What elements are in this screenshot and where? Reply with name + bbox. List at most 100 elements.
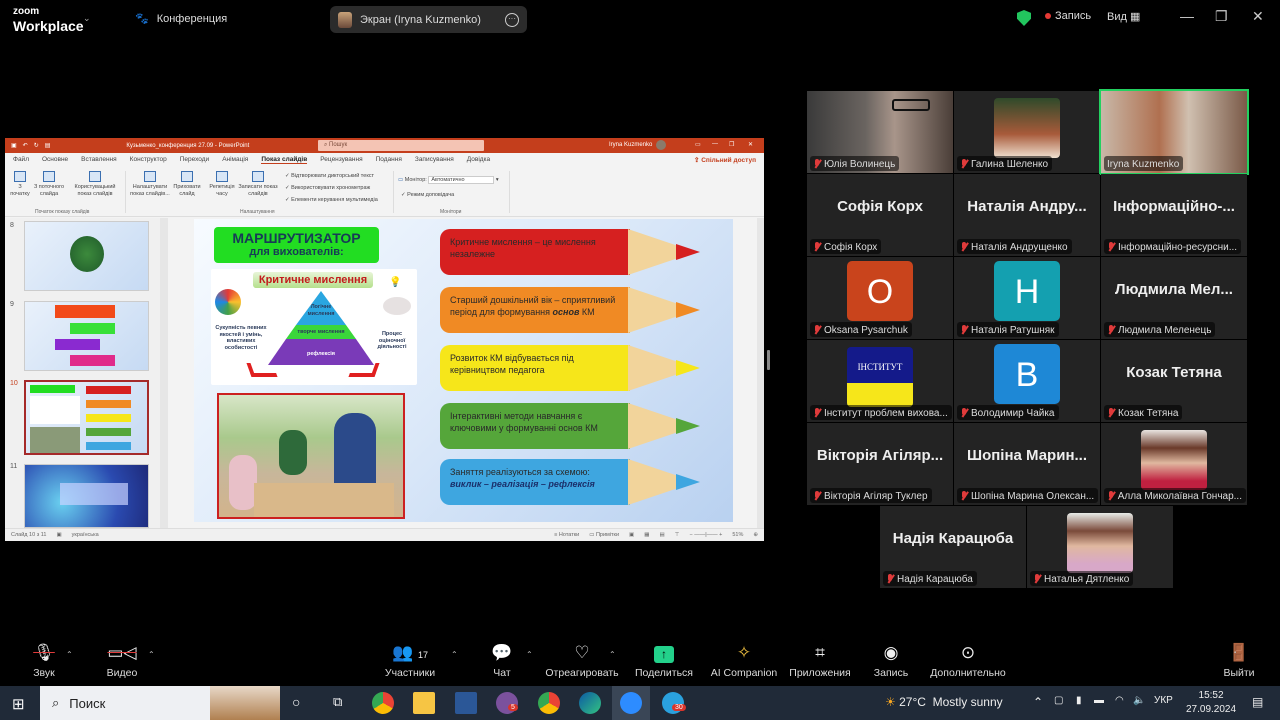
save-icon[interactable]: ▣ <box>11 142 17 149</box>
weather-widget[interactable]: ☀ 27°C Mostly sunny <box>885 695 1003 709</box>
tab-design[interactable]: Конструктор <box>130 156 167 164</box>
participants-button[interactable]: 👥 17 Участники <box>370 642 450 679</box>
leave-button[interactable]: 🚪 Выйти <box>1199 642 1279 679</box>
custom-show-button[interactable]: Користувацький показ слайдів <box>70 171 120 197</box>
from-current-button[interactable]: З поточного слайда <box>33 171 65 197</box>
participant-tile[interactable]: Наталія Андру... Наталія Андрущенко <box>954 174 1100 256</box>
hide-slide-button[interactable]: Приховати слайд <box>172 171 202 197</box>
slide-thumbnail-8[interactable] <box>24 221 149 291</box>
participant-tile[interactable]: Алла Миколаївна Гончар... <box>1101 423 1247 505</box>
tab-help[interactable]: Довідка <box>467 156 490 164</box>
ppt-share-button[interactable]: ⇪ Спільний доступ <box>694 156 756 164</box>
ppt-close-button[interactable]: ✕ <box>748 141 753 148</box>
participant-tile[interactable]: Софія Корх Софія Корх <box>807 174 953 256</box>
language-indicator[interactable]: українська <box>72 532 99 538</box>
participant-tile[interactable]: Інформаційно-... Інформаційно-ресурсни..… <box>1101 174 1247 256</box>
language-indicator[interactable]: УКР <box>1154 695 1173 706</box>
tab-slideshow[interactable]: Показ слайдів <box>261 156 308 164</box>
chevron-down-icon[interactable]: ⌄ <box>83 13 91 24</box>
clock[interactable]: 15:52 27.09.2024 <box>1186 689 1236 717</box>
react-button[interactable]: ♡ Отреагировать <box>542 642 622 679</box>
audio-options-caret[interactable]: ⌃ <box>66 650 73 659</box>
participant-tile[interactable]: В Володимир Чайка <box>954 340 1100 422</box>
volume-icon[interactable]: 🔈 <box>1133 695 1145 706</box>
chat-options-caret[interactable]: ⌃ <box>526 650 533 659</box>
meet-now-icon[interactable]: ▢ <box>1054 695 1063 706</box>
ai-companion-button[interactable]: ✧ AI Companion <box>704 642 784 679</box>
participant-tile[interactable]: Козак Тетяна Козак Тетяна <box>1101 340 1247 422</box>
zoom-taskbar-active[interactable] <box>612 686 650 720</box>
rehearse-timings-button[interactable]: Репетиція часу <box>207 171 237 197</box>
ppt-ribbon-display-icon[interactable]: ▭ <box>695 141 701 148</box>
share-splitter-handle[interactable] <box>767 350 770 370</box>
tab-insert[interactable]: Вставлення <box>81 156 117 164</box>
fit-slide-icon[interactable]: ⊕ <box>753 532 758 538</box>
participant-tile-active-speaker[interactable]: Iryna Kuzmenko <box>1099 89 1249 175</box>
participants-options-caret[interactable]: ⌃ <box>451 650 458 659</box>
wifi-icon[interactable]: ◠ <box>1115 695 1124 706</box>
cortana-icon[interactable]: ○ <box>292 694 300 710</box>
participant-tile[interactable]: ІНСТИТУТ Інститут проблем вихова... <box>807 340 953 422</box>
battery-icon[interactable]: ▬ <box>1094 695 1104 706</box>
tray-overflow-icon[interactable]: ⌃ <box>1033 695 1043 709</box>
taskbar-search[interactable]: ⌕ Поиск <box>40 686 280 720</box>
share-button[interactable]: ↑ Поделиться <box>624 642 704 679</box>
normal-view-icon[interactable]: ▣ <box>629 532 634 538</box>
tab-transitions[interactable]: Переходи <box>180 156 209 164</box>
react-options-caret[interactable]: ⌃ <box>609 650 616 659</box>
notifications-icon[interactable]: ▤ <box>1252 695 1263 709</box>
from-beginning-button[interactable]: З початку <box>8 171 32 197</box>
view-button[interactable]: Вид ▦ <box>1107 10 1140 23</box>
ppt-minimize-button[interactable]: — <box>712 141 718 147</box>
slide-thumbnail-10[interactable] <box>24 380 149 455</box>
chat-button[interactable]: 💬 Чат <box>462 642 542 679</box>
more-options-icon[interactable]: ··· <box>505 12 519 27</box>
ppt-search-box[interactable]: ⌕ Пошук <box>318 140 484 151</box>
video-options-caret[interactable]: ⌃ <box>148 650 155 659</box>
more-button[interactable]: ⊙ Дополнительно <box>928 642 1008 679</box>
edge-icon[interactable] <box>579 692 601 714</box>
zoom-slider[interactable]: − ——|—— + <box>689 532 722 538</box>
participant-tile[interactable]: Шопіна Марин... Шопіна Марина Олексан... <box>954 423 1100 505</box>
reading-view-icon[interactable]: ▤ <box>659 532 664 538</box>
media-controls-checkbox[interactable]: ✓ Елементи керування мультимедіа <box>285 197 378 203</box>
record-show-button[interactable]: Записати показ слайдів <box>237 171 279 197</box>
timings-checkbox[interactable]: ✓ Використовувати хронометраж <box>285 185 370 191</box>
participant-tile[interactable]: Людмила Мел... Людмила Меленець <box>1101 257 1247 339</box>
chrome-profile-icon[interactable] <box>538 692 560 714</box>
redo-icon[interactable]: ↻ <box>34 142 39 149</box>
participant-tile[interactable]: Вікторія Агіляр... Вікторія Агіляр Тукле… <box>807 423 953 505</box>
task-view-icon[interactable]: ⧉ <box>333 694 342 710</box>
restore-button[interactable]: ❐ <box>1215 8 1228 25</box>
recording-indicator[interactable]: Запись <box>1045 10 1091 22</box>
apps-button[interactable]: ⌗ Приложения <box>780 642 860 679</box>
participant-tile[interactable]: Наталья Дятленко <box>1027 506 1173 588</box>
tab-view[interactable]: Подання <box>376 156 402 164</box>
slide-thumbnail-9[interactable] <box>24 301 149 371</box>
participant-tile[interactable]: Юлія Волинець <box>807 91 953 173</box>
tab-recording[interactable]: Записування <box>415 156 454 164</box>
ppt-restore-button[interactable]: ❐ <box>729 141 734 148</box>
monitor-select[interactable]: ▭ Монітор: Автоматично ▾ <box>398 176 499 184</box>
present-icon[interactable]: ▤ <box>45 142 51 149</box>
participant-tile[interactable]: Н Наталія Ратушняк <box>954 257 1100 339</box>
participant-tile[interactable]: O Oksana Pysarchuk <box>807 257 953 339</box>
tab-review[interactable]: Рецензування <box>320 156 362 164</box>
narration-checkbox[interactable]: ✓ Відтворювати дикторський текст <box>285 173 374 179</box>
chrome-icon[interactable] <box>372 692 394 714</box>
tab-animations[interactable]: Анімація <box>222 156 248 164</box>
microphone-tray-icon[interactable]: ▮ <box>1076 695 1082 706</box>
meeting-info-button[interactable]: 🐾 Конференция <box>135 12 227 26</box>
notes-button[interactable]: ≡ Нотатки <box>554 532 579 538</box>
undo-icon[interactable]: ↶ <box>23 142 28 149</box>
presenter-view-checkbox[interactable]: ✓ Режим доповідача <box>401 192 454 198</box>
screen-share-indicator[interactable]: Экран (Iryna Kuzmenko) ··· <box>330 6 527 33</box>
word-icon[interactable] <box>455 692 477 714</box>
close-button[interactable]: ✕ <box>1252 8 1264 25</box>
spellcheck-icon[interactable]: ▣ <box>56 532 61 538</box>
sorter-view-icon[interactable]: ▦ <box>644 532 649 538</box>
slide-thumbnail-11[interactable] <box>24 464 149 528</box>
participant-tile[interactable]: Надія Карацюба Надія Карацюба <box>880 506 1026 588</box>
record-button[interactable]: ◉ Запись <box>851 642 931 679</box>
windows-start-icon[interactable]: ⊞ <box>12 695 25 713</box>
